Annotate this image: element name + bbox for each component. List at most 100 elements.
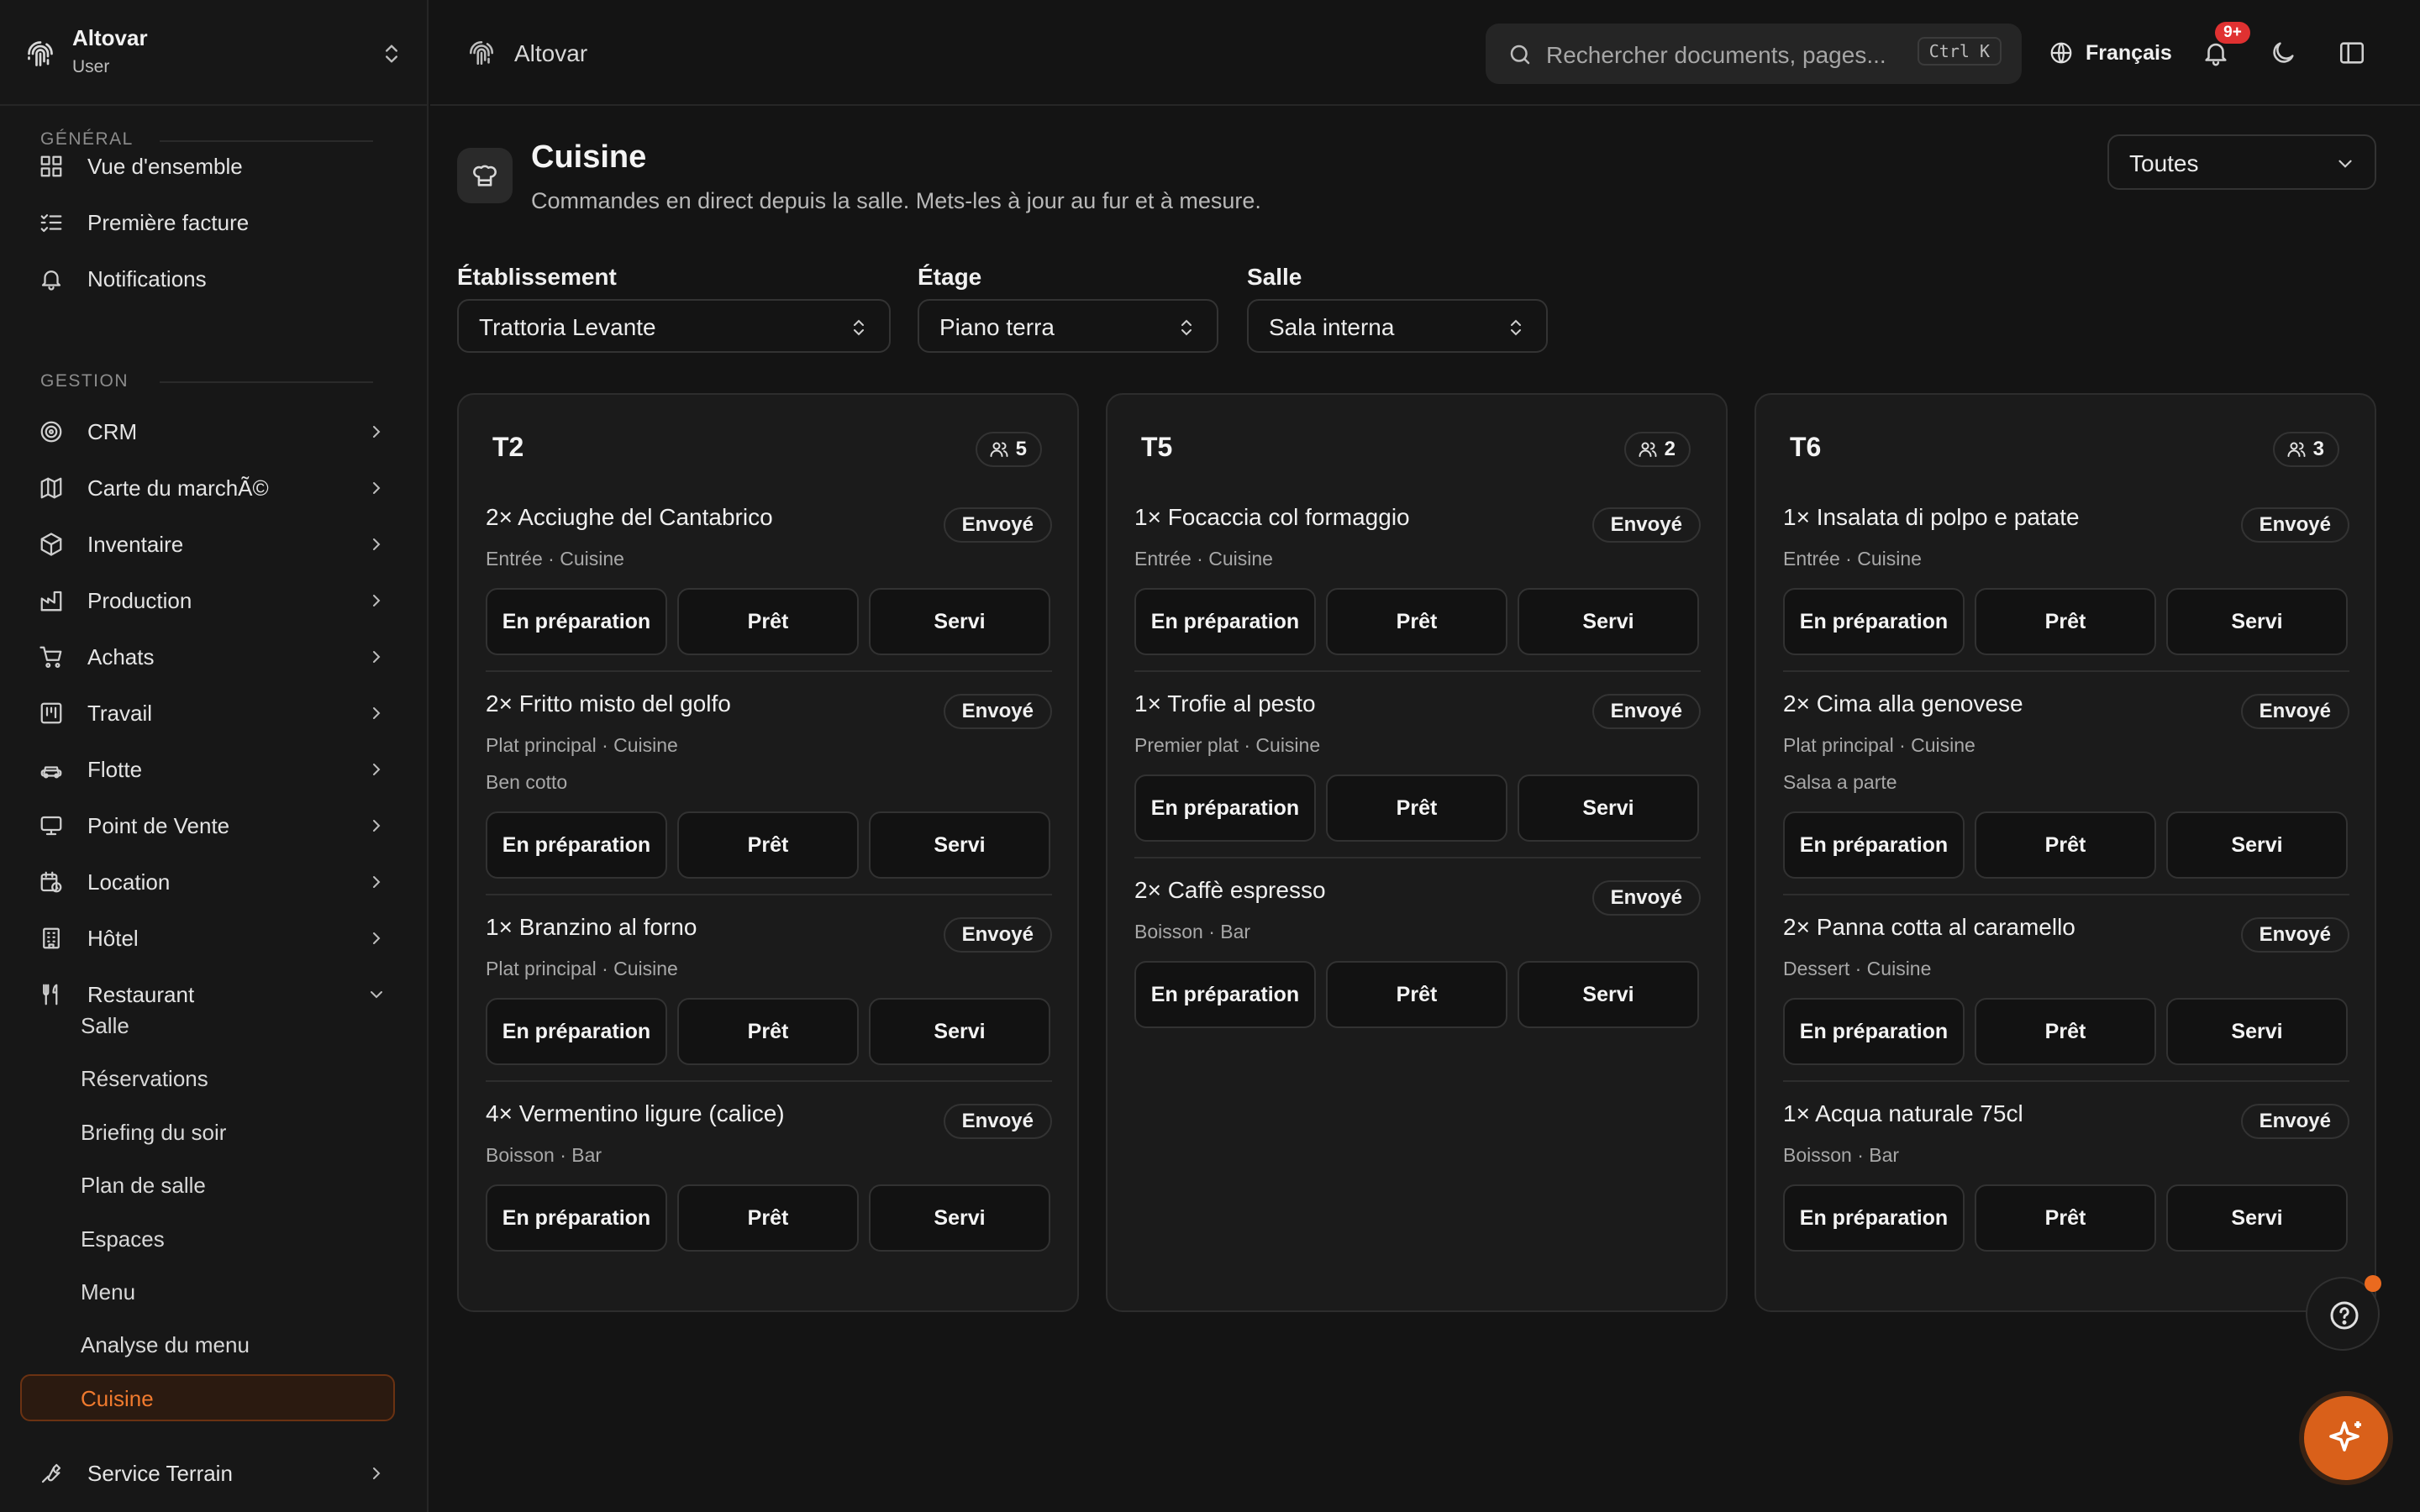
pret-button[interactable]: Prêt	[1326, 961, 1507, 1028]
status-badge: Envoyé	[2240, 507, 2349, 543]
sidebar-item-premiere-facture[interactable]: Première facture	[20, 197, 395, 248]
pret-button[interactable]: Prêt	[1326, 588, 1507, 655]
subnav-item-espaces[interactable]: Espaces	[20, 1215, 395, 1262]
subnav-item-briefing-du-soir[interactable]: Briefing du soir	[20, 1108, 395, 1155]
language-selector[interactable]: Français	[2049, 39, 2172, 67]
servi-button[interactable]: Servi	[2166, 1184, 2348, 1252]
servi-button[interactable]: Servi	[869, 998, 1050, 1065]
status-badge: Envoyé	[2240, 917, 2349, 953]
search-icon	[1510, 45, 1530, 65]
sidebar-item-vue-d-ensemble[interactable]: Vue d'ensemble	[20, 141, 395, 192]
item-divider	[486, 1080, 1052, 1082]
en-preparation-button[interactable]: En préparation	[486, 811, 667, 879]
sidebar-item-hotel[interactable]: Hôtel	[20, 913, 395, 963]
sidebar-item-travail[interactable]: Travail	[20, 688, 395, 738]
sidebar-item-service-terrain[interactable]: Service Terrain	[20, 1448, 395, 1499]
servi-button[interactable]: Servi	[1518, 774, 1699, 842]
moon-icon[interactable]	[2269, 39, 2297, 67]
guest-count: 3	[2312, 438, 2324, 460]
order-item-meta: Boisson · Bar	[1783, 1144, 1900, 1166]
etablissement-select[interactable]: Trattoria Levante	[457, 299, 891, 353]
sidebar-item-production[interactable]: Production	[20, 575, 395, 626]
users-icon	[1639, 442, 1657, 457]
workspace-switcher[interactable]: Altovar User	[0, 0, 427, 106]
order-item-meta: Plat principal · Cuisine	[486, 958, 678, 979]
en-preparation-button[interactable]: En préparation	[1783, 998, 1965, 1065]
table-card-t5: T5 2 1× Focaccia col formaggio Envoyé Entrée…	[1106, 393, 1728, 1312]
pret-button[interactable]: Prêt	[1975, 1184, 2156, 1252]
etage-select[interactable]: Piano terra	[918, 299, 1218, 353]
servi-button[interactable]: Servi	[1518, 961, 1699, 1028]
sidebar-item-label: Première facture	[87, 209, 250, 235]
subnav-item-reservations[interactable]: Réservations	[20, 1054, 395, 1101]
subnav-item-analyse-du-menu[interactable]: Analyse du menu	[20, 1320, 395, 1368]
breadcrumb-title[interactable]: Altovar	[514, 40, 587, 67]
filter-label-etage: Étage	[918, 264, 982, 290]
calendar-clock-icon	[40, 871, 62, 893]
servi-button[interactable]: Servi	[869, 1184, 1050, 1252]
sidebar-item-inventaire[interactable]: Inventaire	[20, 519, 395, 570]
pret-button[interactable]: Prêt	[677, 588, 859, 655]
sidebar-item-location[interactable]: Location	[20, 857, 395, 907]
users-icon	[2287, 442, 2306, 457]
search-placeholder: Rechercher documents, pages...	[1546, 42, 1886, 68]
app-window: { "sidebar": { "brand": "Altovar", "role…	[0, 0, 2420, 1512]
en-preparation-button[interactable]: En préparation	[1783, 1184, 1965, 1252]
servi-button[interactable]: Servi	[2166, 811, 2348, 879]
item-divider	[486, 670, 1052, 672]
pret-button[interactable]: Prêt	[1975, 588, 2156, 655]
subnav-item-menu[interactable]: Menu	[20, 1268, 395, 1315]
servi-button[interactable]: Servi	[2166, 998, 2348, 1065]
en-preparation-button[interactable]: En préparation	[1134, 774, 1316, 842]
status-actions: En préparation Prêt Servi	[486, 588, 1052, 655]
guest-count-badge: 5	[975, 432, 1042, 467]
status-filter-select[interactable]: Toutes	[2107, 134, 2376, 190]
search-input[interactable]: Rechercher documents, pages... Ctrl K	[1486, 24, 2022, 84]
pret-button[interactable]: Prêt	[677, 998, 859, 1065]
status-badge: Envoyé	[943, 1104, 1052, 1139]
sidebar-item-point-de-vente[interactable]: Point de Vente	[20, 801, 395, 851]
status-badge: Envoyé	[1591, 694, 1701, 729]
sidebar-toggle-icon[interactable]	[2338, 39, 2366, 67]
order-item-name: 4× Vermentino ligure (calice)	[486, 1100, 785, 1126]
en-preparation-button[interactable]: En préparation	[1134, 588, 1316, 655]
subnav-item-label: Espaces	[81, 1226, 165, 1252]
pret-button[interactable]: Prêt	[1975, 811, 2156, 879]
status-badge: Envoyé	[943, 917, 1052, 953]
pret-button[interactable]: Prêt	[1975, 998, 2156, 1065]
servi-button[interactable]: Servi	[1518, 588, 1699, 655]
subnav-item-plan-de-salle[interactable]: Plan de salle	[20, 1161, 395, 1208]
en-preparation-button[interactable]: En préparation	[1783, 811, 1965, 879]
status-badge: Envoyé	[2240, 694, 2349, 729]
status-actions: En préparation Prêt Servi	[1783, 588, 2349, 655]
sidebar-item-label: Inventaire	[87, 531, 184, 557]
sidebar-item-label: Location	[87, 869, 171, 895]
sidebar-item-crm[interactable]: CRM	[20, 407, 395, 457]
sidebar-item-flotte[interactable]: Flotte	[20, 744, 395, 795]
sidebar-item-carte-du-marcha[interactable]: Carte du marchÃ©	[20, 463, 395, 513]
dashboard-icon	[40, 155, 62, 177]
en-preparation-button[interactable]: En préparation	[486, 1184, 667, 1252]
en-preparation-button[interactable]: En préparation	[486, 588, 667, 655]
servi-button[interactable]: Servi	[869, 811, 1050, 879]
en-preparation-button[interactable]: En préparation	[486, 998, 667, 1065]
table-card-t2: T2 5 2× Acciughe del Cantabrico Envoyé Entré…	[457, 393, 1079, 1312]
servi-button[interactable]: Servi	[869, 588, 1050, 655]
en-preparation-button[interactable]: En préparation	[1783, 588, 1965, 655]
salle-select[interactable]: Sala interna	[1247, 299, 1548, 353]
help-indicator-dot	[2365, 1275, 2381, 1292]
servi-button[interactable]: Servi	[2166, 588, 2348, 655]
pret-button[interactable]: Prêt	[1326, 774, 1507, 842]
subnav-item-cuisine[interactable]: Cuisine	[20, 1373, 395, 1421]
pret-button[interactable]: Prêt	[677, 811, 859, 879]
subnav-item-salle[interactable]: Salle	[20, 1001, 395, 1048]
en-preparation-button[interactable]: En préparation	[1134, 961, 1316, 1028]
pret-button[interactable]: Prêt	[677, 1184, 859, 1252]
order-item: 2× Caffè espresso Envoyé Boisson · Bar En p…	[1134, 869, 1701, 1028]
chevrons-up-down-icon	[1511, 319, 1521, 336]
subnav-item-label: Plan de salle	[81, 1173, 206, 1199]
sidebar-item-notifications[interactable]: Notifications	[20, 254, 395, 304]
chevron-right-icon	[373, 764, 381, 775]
ai-assistant-button[interactable]	[2304, 1396, 2388, 1480]
sidebar-item-achats[interactable]: Achats	[20, 632, 395, 682]
